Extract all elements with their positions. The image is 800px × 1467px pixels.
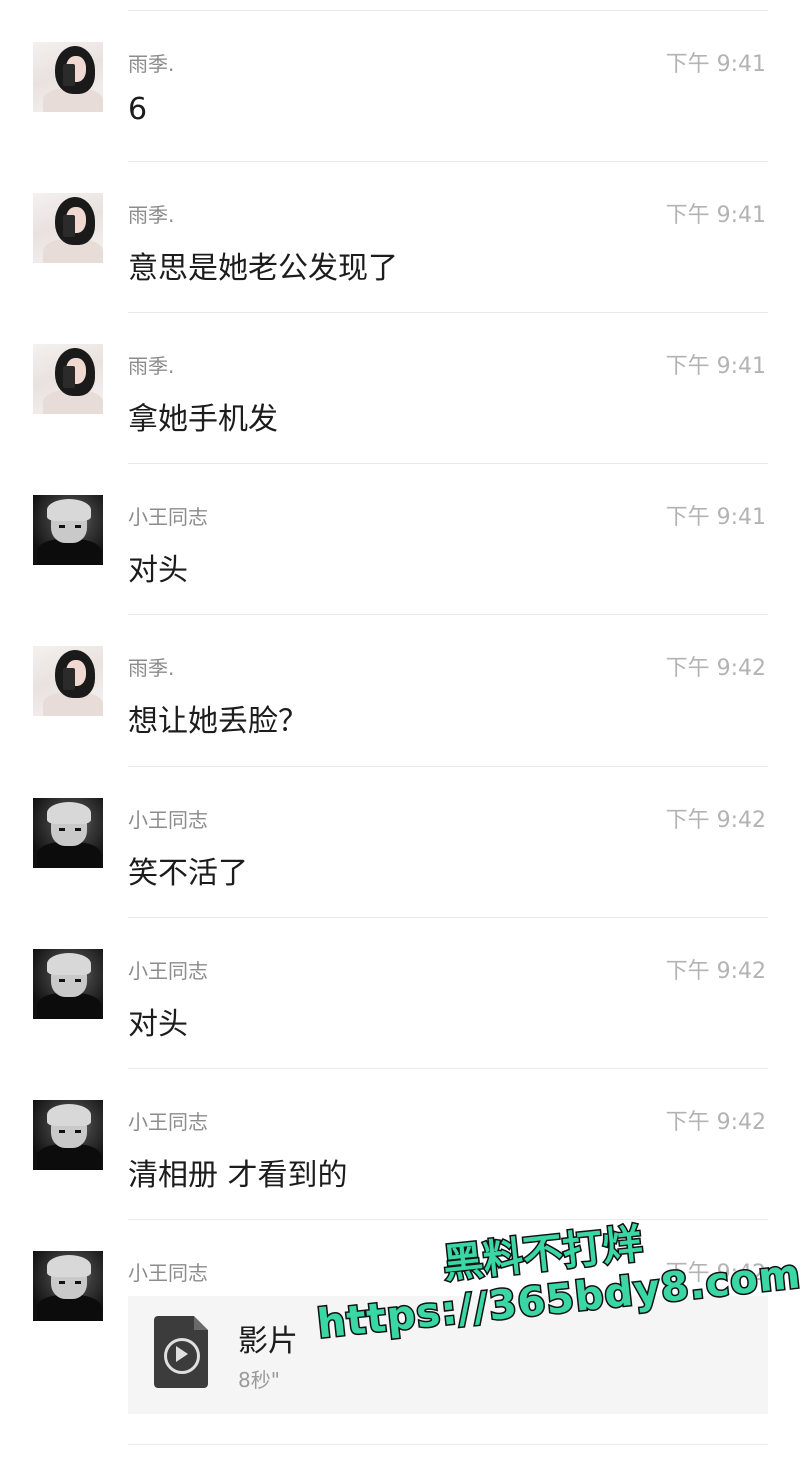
divider: [128, 766, 768, 767]
avatar[interactable]: [33, 1251, 103, 1321]
divider: [128, 10, 768, 11]
chat-message[interactable]: 雨季. 下午 9:41 拿她手机发: [0, 314, 800, 465]
message-text: 笑不活了: [128, 856, 248, 891]
divider: [128, 1444, 768, 1445]
message-text: 意思是她老公发现了: [128, 251, 398, 286]
message-time: 下午 9:42: [665, 656, 766, 681]
avatar[interactable]: [33, 495, 103, 565]
sender-name: 雨季.: [128, 203, 175, 227]
avatar[interactable]: [33, 646, 103, 716]
chat-message[interactable]: 雨季. 下午 9:41 6: [0, 12, 800, 163]
message-time: 下午 9:41: [665, 354, 766, 379]
message-time: 下午 9:42: [665, 959, 766, 984]
sender-name: 小王同志: [128, 959, 208, 983]
message-time: 下午 9:42: [665, 808, 766, 833]
chat-message[interactable]: 小王同志 下午 9:42 清相册 才看到的: [0, 1070, 800, 1221]
sender-name: 小王同志: [128, 1261, 208, 1285]
chat-message[interactable]: 小王同志 下午 9:42 笑不活了: [0, 768, 800, 919]
sender-name: 小王同志: [128, 1110, 208, 1134]
chat-message[interactable]: 雨季. 下午 9:41 意思是她老公发现了: [0, 163, 800, 314]
sender-name: 雨季.: [128, 52, 175, 76]
divider: [128, 161, 768, 162]
divider: [128, 614, 768, 615]
message-time: 下午 9:41: [665, 52, 766, 77]
avatar[interactable]: [33, 344, 103, 414]
divider: [128, 463, 768, 464]
divider: [128, 917, 768, 918]
message-time: 下午 9:41: [665, 203, 766, 228]
message-text: 清相册 才看到的: [128, 1158, 348, 1193]
message-text: 对头: [128, 1007, 188, 1042]
message-time: 下午 9:42: [665, 1110, 766, 1135]
message-text: 6: [128, 92, 148, 127]
message-text: 想让她丢脸？: [128, 704, 308, 739]
divider: [128, 1219, 768, 1220]
chat-message[interactable]: 雨季. 下午 9:42 想让她丢脸？: [0, 616, 800, 767]
divider: [128, 1068, 768, 1069]
avatar[interactable]: [33, 42, 103, 112]
sender-name: 雨季.: [128, 354, 175, 378]
avatar[interactable]: [33, 798, 103, 868]
divider: [128, 312, 768, 313]
message-text: 拿她手机发: [128, 402, 278, 437]
message-time: 下午 9:41: [665, 505, 766, 530]
avatar[interactable]: [33, 949, 103, 1019]
chat-message[interactable]: 小王同志 下午 9:42 对头: [0, 919, 800, 1070]
message-text: 对头: [128, 553, 188, 588]
file-duration: 8秒": [238, 1368, 280, 1392]
avatar[interactable]: [33, 1100, 103, 1170]
sender-name: 小王同志: [128, 505, 208, 529]
sender-name: 雨季.: [128, 656, 175, 680]
avatar[interactable]: [33, 193, 103, 263]
chat-message[interactable]: 小王同志 下午 9:41 对头: [0, 465, 800, 616]
video-file-icon: [154, 1316, 208, 1388]
sender-name: 小王同志: [128, 808, 208, 832]
file-name: 影片: [238, 1324, 298, 1359]
